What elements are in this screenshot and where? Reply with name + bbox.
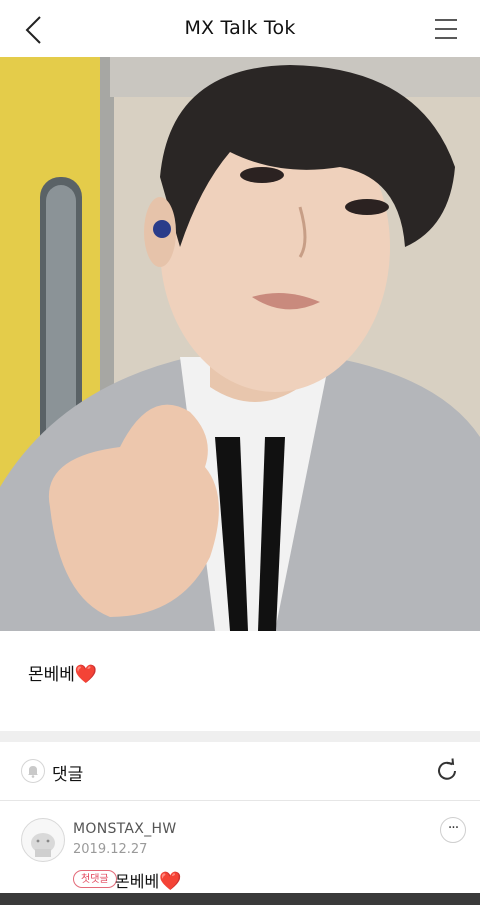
refresh-icon[interactable] <box>434 758 460 784</box>
avatar[interactable] <box>21 818 65 862</box>
section-divider <box>0 731 480 742</box>
post-caption: 몬베베❤️ <box>28 660 97 685</box>
bell-icon[interactable] <box>21 759 45 783</box>
post-caption-text: 몬베베 <box>28 665 75 685</box>
first-comment-badge: 첫댓글 <box>73 870 117 888</box>
top-nav-bar: MX Talk Tok <box>0 0 480 58</box>
post-photo-image <box>0 57 480 631</box>
page-title: MX Talk Tok <box>184 17 296 39</box>
menu-icon[interactable] <box>434 17 458 41</box>
post-photo[interactable] <box>0 57 480 631</box>
comment-date: 2019.12.27 <box>73 842 148 857</box>
comments-header: 댓글 <box>0 742 480 801</box>
bottom-edge <box>0 893 480 905</box>
heart-emoji: ❤️ <box>159 871 182 892</box>
comments-label: 댓글 <box>52 765 84 785</box>
more-options-button[interactable]: ··· <box>440 817 466 843</box>
comment-text-body: 몬베베 <box>115 872 160 891</box>
comment-item: MONSTAX_HW 2019.12.27 첫댓글 몬베베❤️ ··· <box>0 801 480 893</box>
heart-emoji: ❤️ <box>74 664 98 685</box>
comment-text: 몬베베❤️ <box>115 868 182 892</box>
comment-username[interactable]: MONSTAX_HW <box>73 821 176 837</box>
